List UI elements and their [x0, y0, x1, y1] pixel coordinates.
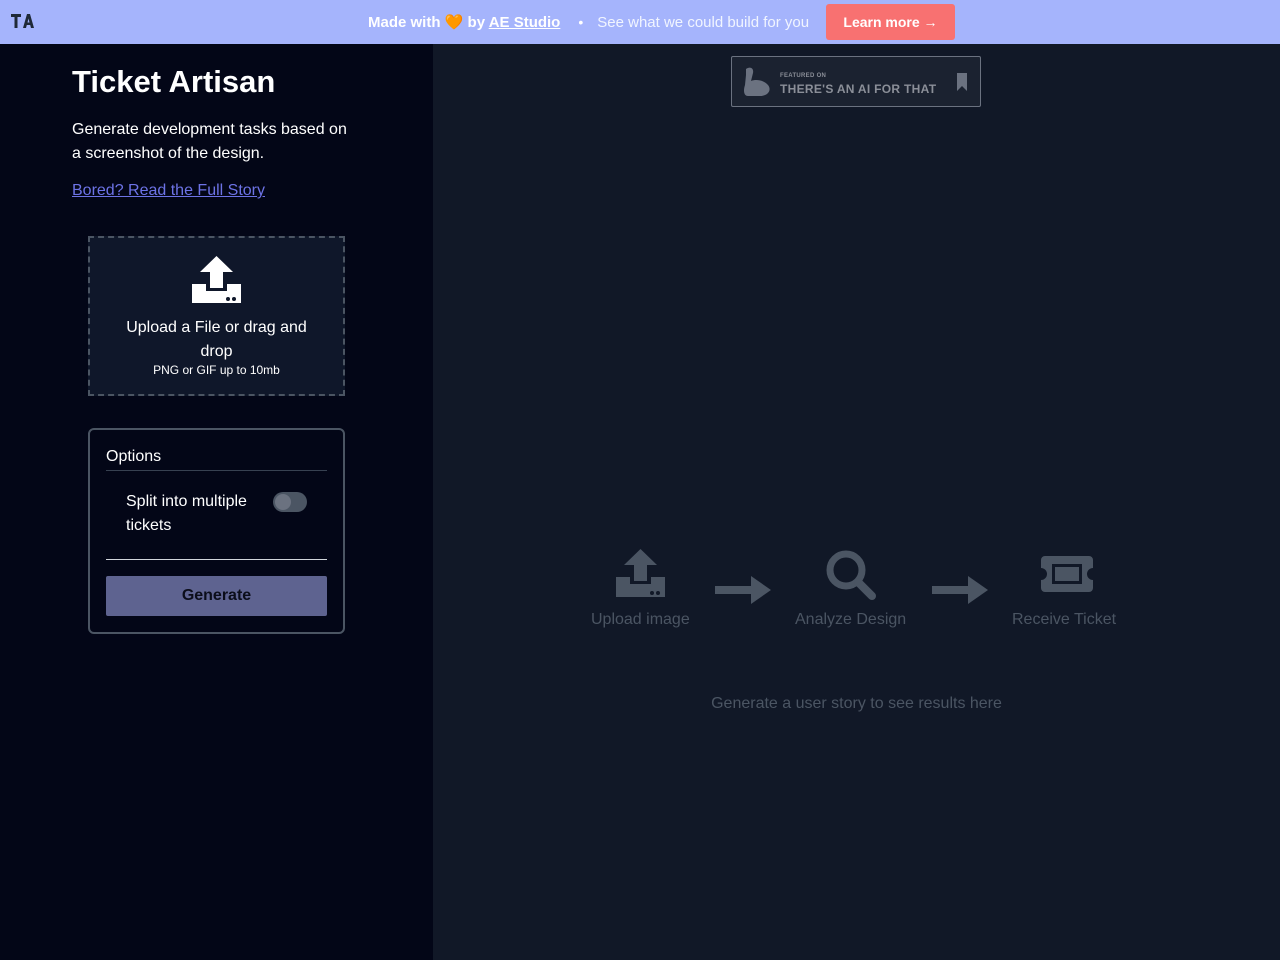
- upload-hint: PNG or GIF up to 10mb: [153, 363, 280, 377]
- sidebar: Ticket Artisan Generate development task…: [0, 44, 433, 960]
- generate-button[interactable]: Generate: [106, 576, 327, 616]
- upload-label: Upload a File or drag and drop: [126, 319, 307, 360]
- toggle-knob: [275, 494, 291, 510]
- learn-more-button[interactable]: Learn more →: [826, 4, 955, 40]
- heart-icon: 🧡: [444, 14, 464, 31]
- options-panel: Options Split into multiple tickets Gene…: [88, 428, 345, 634]
- arrow-right-icon: [932, 576, 988, 604]
- banner-message: Made with 🧡 by AE Studio • See what we c…: [368, 0, 809, 44]
- main-panel: FEATURED ON THERE'S AN AI FOR THAT Uploa…: [433, 44, 1280, 960]
- full-story-link[interactable]: Bored? Read the Full Story: [72, 182, 265, 200]
- made-with-text: Made with 🧡 by AE Studio: [368, 14, 561, 31]
- badge-featured-on: FEATURED ON: [780, 73, 827, 79]
- search-icon: [826, 550, 876, 600]
- page-description: Generate development tasks based on a sc…: [72, 121, 347, 162]
- badge-title: THERE'S AN AI FOR THAT: [780, 82, 937, 96]
- step-label-upload: Upload image: [591, 611, 690, 628]
- arrow-right-icon: [715, 576, 771, 604]
- options-title: Options: [106, 448, 162, 465]
- separator-dot: •: [578, 14, 584, 30]
- step-label-analyze: Analyze Design: [795, 611, 907, 628]
- split-tickets-toggle[interactable]: [273, 492, 307, 512]
- empty-results-message: Generate a user story to see results her…: [711, 695, 1002, 712]
- theres-an-ai-for-that-badge[interactable]: FEATURED ON THERE'S AN AI FOR THAT: [731, 56, 981, 107]
- ticket-icon: [1041, 556, 1093, 592]
- ae-studio-link[interactable]: AE Studio: [489, 14, 561, 31]
- banner-tagline: See what we could build for you: [597, 13, 810, 31]
- options-divider-bottom: [106, 559, 327, 560]
- upload-icon: [616, 549, 665, 597]
- split-tickets-label: Split into multiple tickets: [126, 493, 247, 534]
- top-banner: Made with 🧡 by AE Studio • See what we c…: [0, 0, 1280, 44]
- upload-icon: [192, 256, 241, 303]
- page-title: Ticket Artisan: [72, 64, 276, 99]
- upload-dropzone[interactable]: Upload a File or drag and drop PNG or GI…: [88, 236, 345, 396]
- flexed-arm-icon: [744, 67, 770, 96]
- bookmark-icon: [957, 73, 967, 91]
- ticket-artisan-logo-icon[interactable]: [10, 12, 34, 30]
- options-divider: [106, 470, 327, 471]
- step-label-receive: Receive Ticket: [1012, 611, 1117, 628]
